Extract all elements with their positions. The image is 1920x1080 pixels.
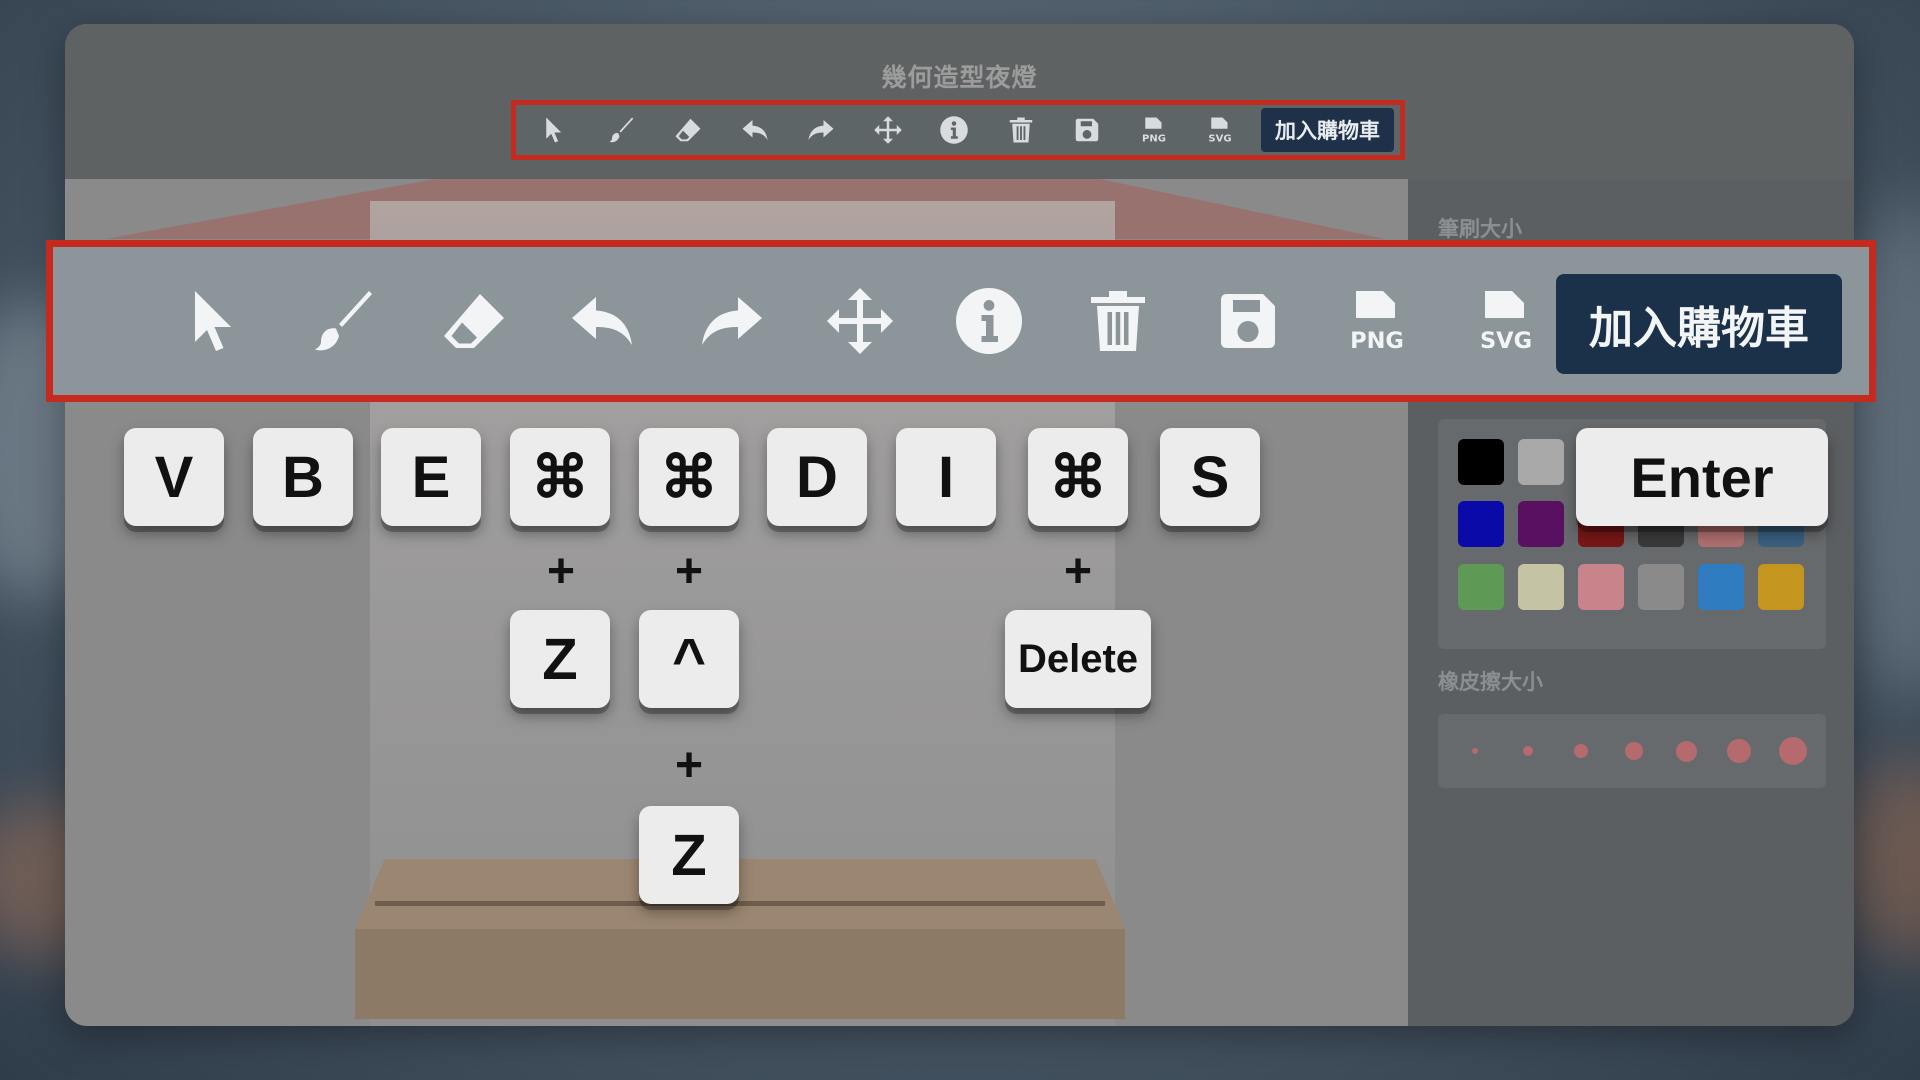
eraser-size-option[interactable]: [1472, 748, 1478, 754]
shortcut-key-info: I: [896, 428, 996, 526]
undo-arrow-icon: [572, 297, 632, 345]
shortcut-key-redo: Z: [639, 806, 739, 904]
redo-arrow-icon: [702, 297, 762, 345]
zoomed-toolbar: PNG SVG 加入購物車: [46, 240, 1876, 402]
paintbrush-icon: [315, 291, 372, 351]
color-swatch[interactable]: [1518, 439, 1564, 485]
wooden-lamp-base: [355, 859, 1125, 1019]
toolbar: PNG SVG 加入購物車: [511, 100, 1405, 160]
eraser-tool-button-zoomed[interactable]: [429, 281, 519, 361]
eraser-size-option[interactable]: [1727, 739, 1751, 763]
shortcut-key-undo-modifier: ⌘: [510, 428, 610, 526]
move-arrows-icon: [827, 288, 893, 354]
modal-header: 幾何造型夜燈 PNG SVG 加入購物車: [65, 24, 1854, 179]
color-swatch[interactable]: [1458, 501, 1504, 547]
shortcut-key-save: S: [1160, 428, 1260, 526]
png-file-icon: PNG: [1142, 117, 1166, 144]
color-swatch[interactable]: [1638, 564, 1684, 610]
plus-sign: +: [674, 739, 704, 792]
undo-arrow-icon: [742, 120, 768, 140]
eraser-size-selector: [1438, 714, 1826, 788]
plus-sign: +: [1063, 545, 1093, 598]
eraser-size-option[interactable]: [1523, 746, 1533, 756]
shortcut-key-undo: Z: [510, 610, 610, 708]
trash-icon: [1091, 291, 1145, 351]
info-button[interactable]: [921, 105, 988, 155]
shortcut-key-redo-modifier: ⌘: [639, 428, 739, 526]
undo-button[interactable]: [722, 105, 789, 155]
png-file-icon: PNG: [1350, 291, 1404, 354]
paintbrush-icon: [609, 117, 633, 143]
delete-button[interactable]: [988, 105, 1055, 155]
redo-button-zoomed[interactable]: [687, 281, 777, 361]
svg-text:SVG: SVG: [1480, 328, 1532, 354]
svg-text:PNG: PNG: [1350, 328, 1404, 354]
color-swatch[interactable]: [1458, 564, 1504, 610]
export-png-button-zoomed[interactable]: PNG: [1332, 281, 1422, 361]
info-circle-icon: [956, 288, 1023, 354]
color-swatch[interactable]: [1698, 564, 1744, 610]
brush-size-label: 筆刷大小: [1438, 217, 1522, 241]
color-swatch[interactable]: [1518, 501, 1564, 547]
eraser-icon: [675, 118, 701, 142]
cursor-arrow-icon: [195, 291, 231, 351]
select-tool-button-zoomed[interactable]: [171, 281, 261, 361]
move-tool-button[interactable]: [855, 105, 922, 155]
eraser-size-label: 橡皮擦大小: [1438, 670, 1543, 694]
eraser-size-option[interactable]: [1779, 737, 1807, 765]
color-swatch[interactable]: [1578, 564, 1624, 610]
add-to-cart-button-zoomed[interactable]: 加入購物車: [1556, 274, 1842, 374]
add-to-cart-button[interactable]: 加入購物車: [1261, 108, 1394, 152]
shortcut-key-move: D: [767, 428, 867, 526]
export-png-button[interactable]: PNG: [1121, 105, 1188, 155]
cursor-arrow-icon: [546, 117, 562, 143]
brush-tool-button-zoomed[interactable]: [300, 281, 390, 361]
select-tool-button[interactable]: [522, 105, 589, 155]
save-button-zoomed[interactable]: [1203, 281, 1293, 361]
eraser-icon: [444, 294, 504, 348]
info-button-zoomed[interactable]: [944, 281, 1034, 361]
shortcut-key-delete: Delete: [1005, 610, 1151, 708]
shortcut-key-delete-modifier: ⌘: [1028, 428, 1128, 526]
svg-text:PNG: PNG: [1142, 133, 1166, 144]
save-button[interactable]: [1054, 105, 1121, 155]
export-svg-button-zoomed[interactable]: SVG: [1461, 281, 1551, 361]
page-title: 幾何造型夜燈: [881, 63, 1038, 92]
plus-sign: +: [546, 545, 576, 598]
eraser-size-option[interactable]: [1625, 742, 1643, 760]
redo-button[interactable]: [788, 105, 855, 155]
info-circle-icon: [940, 116, 969, 144]
color-swatch[interactable]: [1758, 564, 1804, 610]
svg-text:SVG: SVG: [1209, 133, 1232, 144]
move-tool-button-zoomed[interactable]: [815, 281, 905, 361]
brush-tool-button[interactable]: [589, 105, 656, 155]
plus-sign: +: [674, 545, 704, 598]
svg-file-icon: SVG: [1480, 291, 1532, 354]
move-arrows-icon: [874, 116, 902, 144]
redo-arrow-icon: [808, 120, 834, 140]
eraser-size-option[interactable]: [1676, 741, 1697, 762]
floppy-save-icon: [1076, 118, 1099, 142]
undo-button-zoomed[interactable]: [557, 281, 647, 361]
color-swatch[interactable]: [1518, 564, 1564, 610]
delete-button-zoomed[interactable]: [1073, 281, 1163, 361]
eraser-size-option[interactable]: [1574, 744, 1588, 758]
svg-file-icon: SVG: [1209, 117, 1232, 144]
eraser-tool-button[interactable]: [655, 105, 722, 155]
shortcut-key-brush: B: [253, 428, 353, 526]
shortcut-key-select: V: [124, 428, 224, 526]
shortcut-key-redo-shift: ^: [639, 610, 739, 708]
color-swatch[interactable]: [1458, 439, 1504, 485]
shortcut-key-eraser: E: [381, 428, 481, 526]
export-svg-button[interactable]: SVG: [1187, 105, 1254, 155]
shortcut-key-cart: Enter: [1576, 428, 1828, 526]
trash-icon: [1009, 117, 1032, 143]
floppy-save-icon: [1221, 294, 1275, 348]
